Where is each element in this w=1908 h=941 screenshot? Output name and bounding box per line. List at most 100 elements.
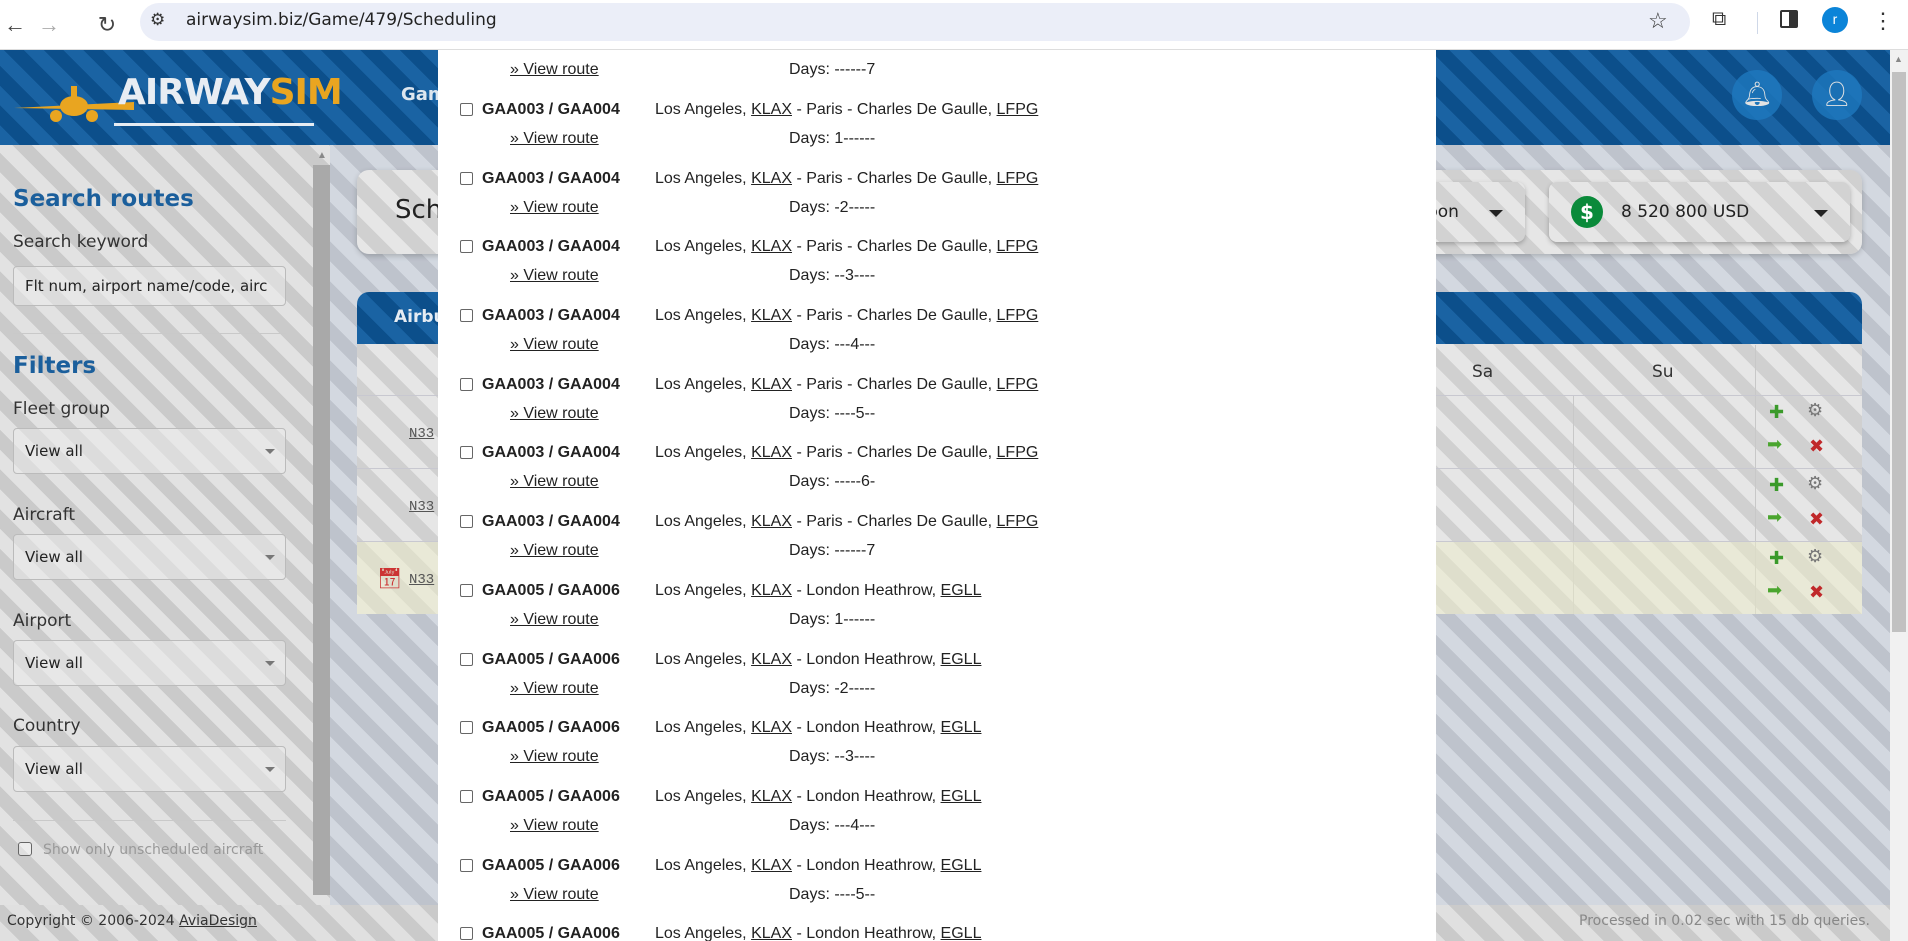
transfer-arrow-icon[interactable]: ➡ xyxy=(1767,434,1782,455)
destination-airport-link[interactable]: LFPG xyxy=(997,444,1039,461)
browser-menu-icon[interactable]: ⋮ xyxy=(1872,6,1894,36)
origin-airport-link[interactable]: KLAX xyxy=(751,719,792,736)
route-checkbox[interactable] xyxy=(460,240,473,254)
destination-airport-link[interactable]: EGLL xyxy=(941,925,982,941)
add-route-icon[interactable]: ✚ xyxy=(1769,475,1784,496)
route-list-item: GAA003 / GAA004 Los Angeles, KLAX - Paris… xyxy=(438,513,1436,585)
origin-airport-link[interactable]: KLAX xyxy=(751,170,792,187)
delete-icon[interactable]: ✖ xyxy=(1809,436,1824,457)
days-label: Days: xyxy=(789,267,835,285)
destination-airport-link[interactable]: EGLL xyxy=(941,857,982,874)
origin-airport-link[interactable]: KLAX xyxy=(751,513,792,530)
route-checkbox[interactable] xyxy=(460,721,473,735)
origin-airport-link[interactable]: KLAX xyxy=(751,376,792,393)
scroll-up-arrow-icon[interactable]: ▲ xyxy=(1894,54,1903,64)
route-checkbox[interactable] xyxy=(460,515,473,529)
bookmark-star-icon[interactable]: ☆ xyxy=(1648,8,1668,34)
view-route-link[interactable]: » View route xyxy=(510,404,599,424)
notifications-bell-icon[interactable]: 🔔︎ xyxy=(1732,70,1782,120)
view-route-link[interactable]: » View route xyxy=(510,198,599,218)
route-checkbox[interactable] xyxy=(460,789,473,803)
view-route-link[interactable]: » View route xyxy=(510,266,599,286)
transfer-arrow-icon[interactable]: ➡ xyxy=(1767,507,1782,528)
aircraft-registration-link[interactable]: N33 xyxy=(409,499,434,515)
add-route-icon[interactable]: ✚ xyxy=(1769,548,1784,569)
country-select[interactable]: View all xyxy=(13,746,286,792)
delete-icon[interactable]: ✖ xyxy=(1809,582,1824,603)
view-route-link[interactable]: » View route xyxy=(510,60,599,80)
origin-airport-link[interactable]: KLAX xyxy=(751,788,792,805)
origin-airport-link[interactable]: KLAX xyxy=(751,925,792,941)
scroll-up-arrow-icon[interactable]: ▲ xyxy=(317,150,327,161)
origin-name: Los Angeles, xyxy=(655,169,752,187)
fleet-group-select[interactable]: View all xyxy=(13,428,286,474)
chevron-down-icon xyxy=(265,449,275,454)
airport-select[interactable]: View all xyxy=(13,640,286,686)
balance-dropdown[interactable]: $8 520 800 USD xyxy=(1549,182,1850,242)
route-checkbox[interactable] xyxy=(460,446,473,460)
origin-airport-link[interactable]: KLAX xyxy=(751,651,792,668)
destination-airport-link[interactable]: EGLL xyxy=(941,651,982,668)
destination-airport-link[interactable]: LFPG xyxy=(997,376,1039,393)
route-checkbox[interactable] xyxy=(460,309,473,323)
destination-name: - Paris - Charles De Gaulle, xyxy=(792,444,997,462)
view-route-link[interactable]: » View route xyxy=(510,129,599,149)
route-checkbox[interactable] xyxy=(460,858,473,872)
view-route-link[interactable]: » View route xyxy=(510,885,599,905)
settings-gear-icon[interactable]: ⚙ xyxy=(1807,400,1823,421)
view-route-link[interactable]: » View route xyxy=(510,472,599,492)
destination-airport-link[interactable]: EGLL xyxy=(941,788,982,805)
destination-airport-link[interactable]: LFPG xyxy=(997,101,1039,118)
transfer-arrow-icon[interactable]: ➡ xyxy=(1767,580,1782,601)
profile-avatar[interactable]: r xyxy=(1822,7,1848,33)
aircraft-registration-link[interactable]: N33 xyxy=(409,426,434,442)
forward-icon[interactable]: → xyxy=(34,10,64,40)
view-route-link[interactable]: » View route xyxy=(510,610,599,630)
delete-icon[interactable]: ✖ xyxy=(1809,509,1824,530)
aviadesign-link[interactable]: AviaDesign xyxy=(179,913,257,929)
side-panel-icon[interactable] xyxy=(1780,10,1798,28)
destination-airport-link[interactable]: LFPG xyxy=(997,238,1039,255)
days-value: ------7 xyxy=(834,61,876,79)
url-text[interactable]: airwaysim.biz/Game/479/Scheduling xyxy=(186,10,497,30)
days-value: ---4--- xyxy=(834,816,876,834)
aircraft-select[interactable]: View all xyxy=(13,534,286,580)
search-keyword-input[interactable]: Flt num, airport name/code, airc xyxy=(13,266,286,306)
user-account-icon[interactable]: 👤︎ xyxy=(1812,70,1862,120)
route-checkbox[interactable] xyxy=(460,377,473,391)
view-route-link[interactable]: » View route xyxy=(510,679,599,699)
view-route-link[interactable]: » View route xyxy=(510,816,599,836)
destination-airport-link[interactable]: LFPG xyxy=(997,170,1039,187)
route-checkbox[interactable] xyxy=(460,171,473,185)
settings-gear-icon[interactable]: ⚙ xyxy=(1807,546,1823,567)
destination-airport-link[interactable]: LFPG xyxy=(997,307,1039,324)
aircraft-registration-link[interactable]: N33 xyxy=(409,572,434,588)
origin-airport-link[interactable]: KLAX xyxy=(751,444,792,461)
extensions-icon[interactable]: ⧉ xyxy=(1712,8,1726,31)
origin-airport-link[interactable]: KLAX xyxy=(751,582,792,599)
sidebar-scrollbar[interactable] xyxy=(313,165,330,895)
view-route-link[interactable]: » View route xyxy=(510,335,599,355)
destination-airport-link[interactable]: LFPG xyxy=(997,513,1039,530)
add-route-icon[interactable]: ✚ xyxy=(1769,402,1784,423)
origin-airport-link[interactable]: KLAX xyxy=(751,238,792,255)
route-checkbox[interactable] xyxy=(460,927,473,941)
route-checkbox[interactable] xyxy=(460,103,473,116)
view-route-link[interactable]: » View route xyxy=(510,541,599,561)
back-icon[interactable]: ← xyxy=(0,10,30,40)
route-checkbox[interactable] xyxy=(460,652,473,666)
origin-airport-link[interactable]: KLAX xyxy=(751,307,792,324)
unscheduled-only-checkbox[interactable] xyxy=(18,842,32,856)
route-checkbox[interactable] xyxy=(460,583,473,597)
view-route-link[interactable]: » View route xyxy=(510,747,599,767)
page-scrollbar-thumb[interactable] xyxy=(1892,72,1906,632)
destination-name: - London Heathrow, xyxy=(792,650,941,668)
logo-text[interactable]: AIRWAYSIM xyxy=(118,72,343,113)
destination-airport-link[interactable]: EGLL xyxy=(941,719,982,736)
origin-airport-link[interactable]: KLAX xyxy=(751,101,792,118)
settings-gear-icon[interactable]: ⚙ xyxy=(1807,473,1823,494)
destination-airport-link[interactable]: EGLL xyxy=(941,582,982,599)
reload-icon[interactable]: ↻ xyxy=(92,10,122,40)
site-settings-icon[interactable]: ⚙ xyxy=(150,10,165,30)
origin-airport-link[interactable]: KLAX xyxy=(751,857,792,874)
